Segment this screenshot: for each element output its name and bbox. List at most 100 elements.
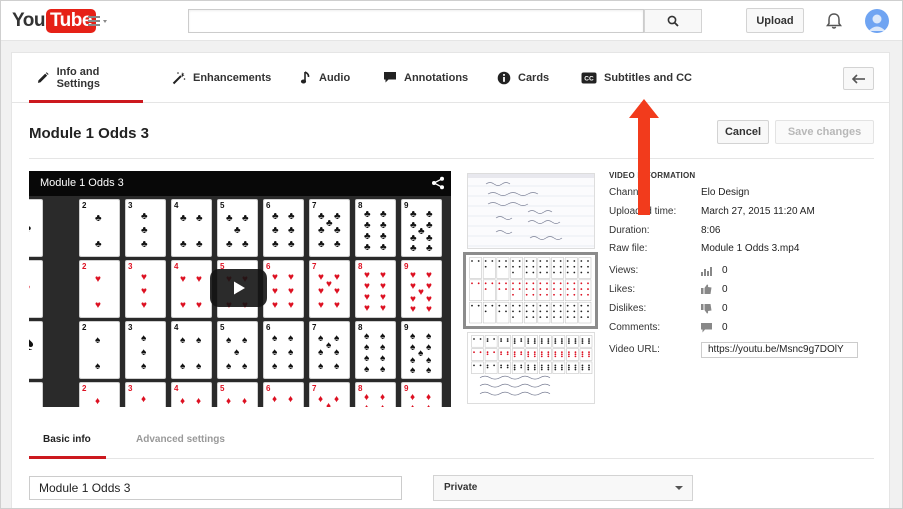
privacy-select[interactable]: Private [433,475,693,501]
tab-advanced-settings[interactable]: Advanced settings [136,434,225,445]
dislikes-label: Dislikes: [609,303,647,314]
playing-card: 8♦♦♦♦♦♦♦♦ [355,382,396,407]
tab-cards[interactable]: Cards [497,53,549,102]
video-title-input[interactable]: Module 1 Odds 3 [29,476,402,500]
card-pip: ♣ [272,225,279,236]
card-pip: ♣ [380,220,387,231]
playing-card: 6 ♣ ♣ ♣ ♣ ♣ ♣ [263,199,304,257]
playing-card: 3 ♥ ♥ ♥ [125,260,166,318]
card-pip: ♦ [410,404,415,408]
video-player[interactable]: Module 1 Odds 3 ♣2♣♣3♣♣♣4♣♣♣♣5♣♣♣♣♣6♣♣♣♣… [29,171,451,407]
card-pip: ♠ [226,335,232,346]
upload-button[interactable]: Upload [746,8,804,33]
card-pip: ♥ [95,300,101,311]
card-rank: 8 [358,323,363,332]
card-pip: ♠ [95,335,101,346]
card-rank: 3 [128,384,133,393]
raw-file-label: Raw file: [609,243,648,254]
video-editor-card: Info and Settings Enhancements Audio Ann… [11,52,890,508]
channel-label: Channel: [609,187,650,198]
card-pip: ♥ [141,286,147,297]
guide-menu-icon[interactable] [88,14,112,28]
card-pip: ♠ [272,333,278,344]
card-pip: ♣ [180,213,187,224]
card-pip: ♥ [334,300,340,311]
playing-card: 8 ♠ ♠ ♠ ♠ ♠ ♠ ♠ ♠ [355,321,396,379]
logo-you-text: You [12,10,45,31]
editor-tabs: Info and Settings Enhancements Audio Ann… [12,53,889,103]
card-pip: ♣ [426,220,433,231]
card-pip: ♣ [272,211,279,222]
card-pip: ♠ [196,335,202,346]
card-pip: ♥ [288,286,294,297]
card-pip: ♦ [288,394,294,405]
card-rank: 5 [220,201,225,210]
card-pip: ♠ [380,364,386,375]
account-avatar[interactable] [865,9,889,33]
duration-value: 8:06 [701,225,721,236]
card-pip: ♥ [141,300,147,311]
card-rank: 8 [358,201,363,210]
cc-icon: CC [581,72,597,83]
card-pip: ♦ [326,401,332,408]
card-rank: 3 [128,262,133,271]
card-pip: ♣ [141,225,148,236]
card-rank: 5 [220,323,225,332]
share-icon[interactable] [431,176,445,190]
search-input[interactable] [188,9,644,33]
card-pip: ♠ [141,333,147,344]
card-rank: 7 [312,262,317,271]
card-pip: ♠ [410,342,416,353]
video-url-field[interactable]: https://youtu.be/Msnc9g7DOlY [701,342,858,358]
card-pip: ♣ [29,220,31,234]
tab-enhancements[interactable]: Enhancements [172,53,271,102]
notifications-bell-icon[interactable] [824,11,844,31]
tab-subtitles-and-cc[interactable]: CC Subtitles and CC [581,53,692,102]
card-pip: ♣ [380,209,387,220]
cancel-button[interactable]: Cancel [717,120,769,144]
play-icon [233,281,245,295]
card-pip: ♠ [226,361,232,372]
card-rank: 6 [266,201,271,210]
card-rank: 4 [174,323,179,332]
thumbnail-option-1[interactable] [467,173,595,249]
card-pip: ♥ [426,304,432,315]
card-pip: ♠ [364,353,370,364]
card-pip: ♣ [288,225,295,236]
tab-basic-info[interactable]: Basic info [43,434,91,445]
card-pip: ♥ [318,300,324,311]
playing-card: 5 ♣ ♣ ♣ ♣ ♣ [217,199,258,257]
card-rank: 2 [82,201,87,210]
playing-card: 2♦♦ [79,382,120,407]
playing-card: 6 ♠ ♠ ♠ ♠ ♠ ♠ [263,321,304,379]
player-title-bar: Module 1 Odds 3 [29,171,451,196]
card-pip: ♥ [141,272,147,283]
save-changes-button[interactable]: Save changes [775,120,874,144]
back-arrow-icon [851,73,865,84]
magic-wand-icon [172,71,186,84]
youtube-logo[interactable]: You Tube [12,9,96,33]
card-rank: 7 [312,323,317,332]
tab-annotations[interactable]: Annotations [383,53,468,102]
tab-audio[interactable]: Audio [300,53,350,102]
thumbnail-option-2-selected[interactable] [463,252,598,329]
card-pip: ♠ [318,347,324,358]
card-pip: ♦ [318,394,324,405]
card-rank: 4 [174,201,179,210]
search-button[interactable] [644,9,702,33]
playing-card: 9 ♠ ♠ ♠ ♠ ♠ ♠ ♠ ♠ ♠ [401,321,442,379]
card-rank: 4 [174,262,179,271]
play-button[interactable] [210,269,267,307]
speech-bubble-icon [384,72,396,83]
likes-label: Likes: [609,284,636,295]
back-button[interactable] [843,67,874,90]
tab-info-and-settings[interactable]: Info and Settings [29,53,143,103]
card-pip: ♠ [334,333,340,344]
duration-label: Duration: [609,225,650,236]
card-rank: 5 [220,384,225,393]
card-pip: ♥ [334,286,340,297]
info-icon [497,71,511,84]
dislikes-value: 0 [722,303,728,314]
card-pip: ♥ [380,303,386,314]
thumbnail-option-3[interactable] [467,332,595,404]
